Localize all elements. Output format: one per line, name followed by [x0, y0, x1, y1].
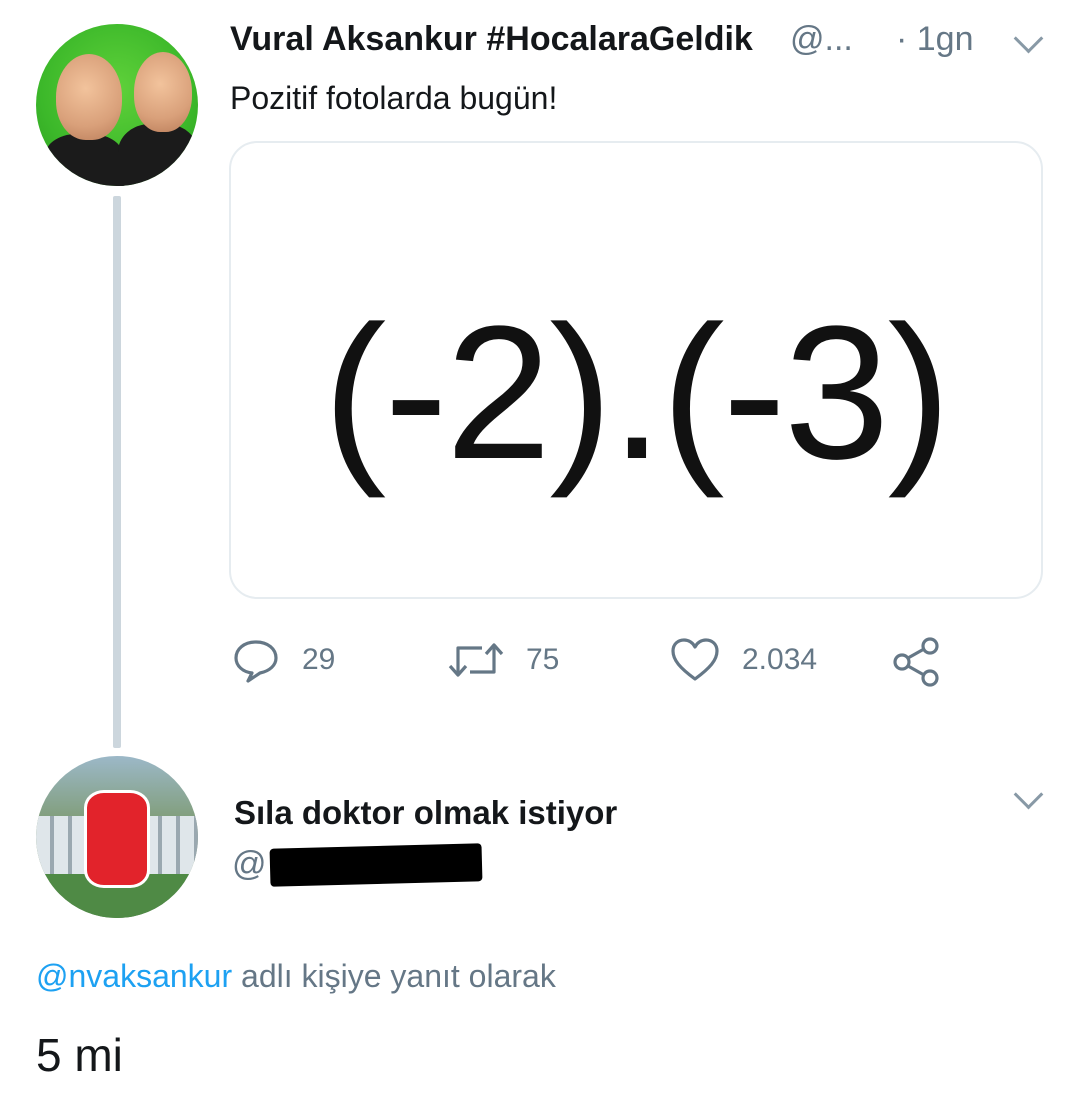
retweet-count: 75: [526, 643, 560, 676]
tweet-timestamp[interactable]: · 1gn: [896, 20, 974, 59]
reply-icon: [234, 640, 278, 683]
reply-button[interactable]: 29: [232, 636, 335, 684]
retweet-icon: [448, 643, 504, 677]
replying-to-label: adlı kişiye yanıt olarak: [232, 958, 556, 994]
like-count: 2.034: [742, 643, 818, 676]
like-button[interactable]: 2.034: [670, 636, 817, 684]
like-icon: [671, 638, 719, 681]
share-button[interactable]: [890, 636, 942, 688]
media-image-text: (-2).(-3): [323, 287, 951, 499]
chevron-down-icon[interactable]: [1013, 23, 1044, 54]
reply-author-name[interactable]: Sıla doktor olmak istiyor: [234, 794, 617, 832]
author-handle[interactable]: @...: [790, 20, 853, 59]
redaction-bar: [269, 843, 483, 887]
author-name[interactable]: Vural Aksankur #HocalaraGeldik: [230, 20, 810, 59]
reply-text: 5 mi: [36, 1029, 123, 1081]
mention-link[interactable]: @nvaksankur: [36, 958, 232, 994]
avatar[interactable]: [36, 756, 198, 918]
tweet-text: Pozitif fotolarda bugün!: [230, 80, 558, 116]
university-logo: [84, 790, 150, 888]
thread-line: [113, 196, 121, 748]
reply-author-handle[interactable]: @: [232, 845, 267, 884]
share-icon: [893, 637, 939, 687]
retweet-button[interactable]: 75: [448, 636, 559, 684]
chevron-down-icon[interactable]: [1013, 779, 1044, 810]
reply-count: 29: [302, 643, 336, 676]
tweet-media[interactable]: (-2).(-3): [229, 141, 1043, 599]
replying-to: @nvaksankur adlı kişiye yanıt olarak: [36, 958, 556, 995]
avatar[interactable]: [36, 24, 198, 186]
